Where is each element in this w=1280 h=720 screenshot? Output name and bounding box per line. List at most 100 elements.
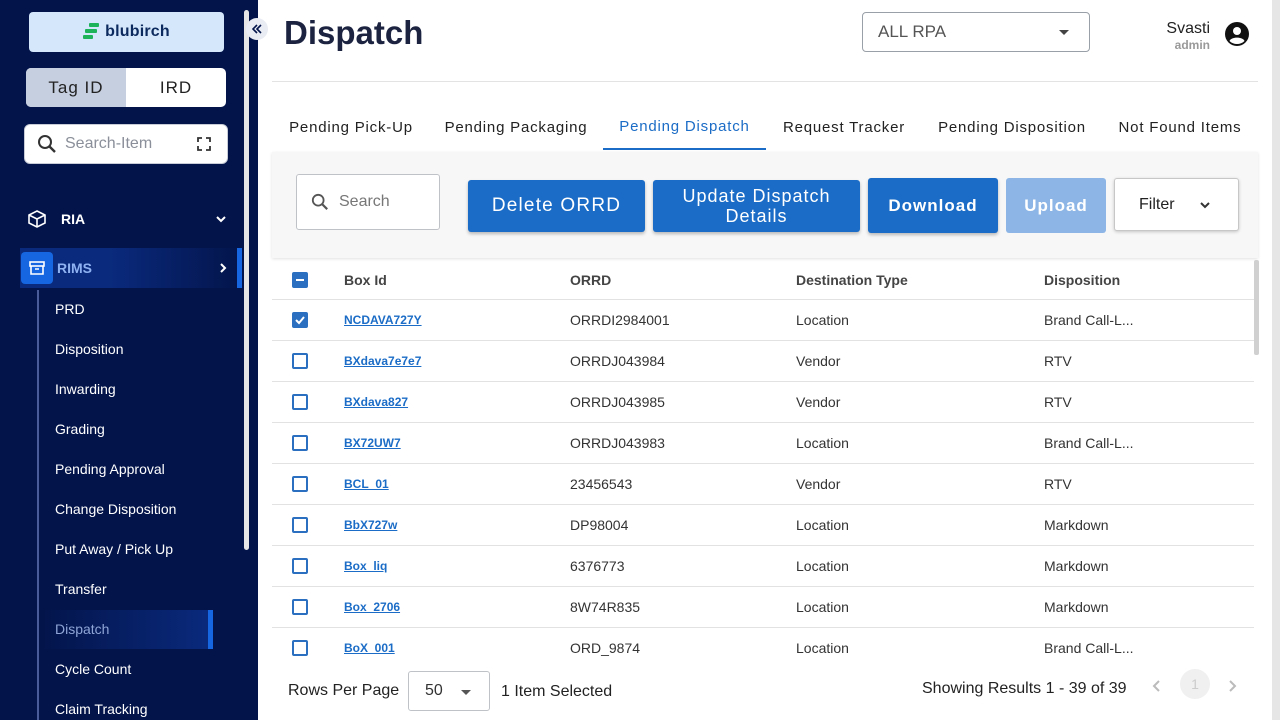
update-dispatch-details-button[interactable]: Update Dispatch Details [653,180,860,232]
toggle-tag-id[interactable]: Tag ID [26,68,126,107]
delete-orrd-button[interactable]: Delete ORRD [468,180,645,232]
tab-pending-disposition[interactable]: Pending Disposition [922,104,1102,150]
orrd-cell: ORRDJ043983 [570,435,665,451]
tab-not-found-items[interactable]: Not Found Items [1106,104,1254,150]
orrd-cell: DP98004 [570,517,629,533]
box-id-link[interactable]: NCDAVA727Y [344,313,422,327]
download-button[interactable]: Download [868,178,998,233]
destination-type-cell: Vendor [796,476,841,492]
destination-type-cell: Location [796,435,849,451]
table-row[interactable]: Box_liq 6376773 Location Markdown [272,546,1254,587]
column-header-box-id[interactable]: Box Id [344,260,387,299]
box-id-link[interactable]: BXdava827 [344,395,408,409]
sidebar-item-dispatch[interactable]: Dispatch [55,621,109,637]
tag-ird-toggle[interactable]: Tag ID IRD [26,68,226,107]
column-header-disposition[interactable]: Disposition [1044,260,1120,299]
chevron-right-icon [220,263,227,273]
tab-pending-packaging[interactable]: Pending Packaging [432,104,600,150]
sidebar: blubirch Tag ID IRD Search-Item RIA RIMS… [0,0,258,720]
sidebar-item-put-away-pick-up[interactable]: Put Away / Pick Up [55,541,173,557]
unchecked-checkbox-icon [292,599,308,615]
tab-pending-pick-up[interactable]: Pending Pick-Up [272,104,430,150]
page-number[interactable]: 1 [1180,669,1210,699]
double-chevron-left-icon [252,24,262,34]
update-label-line-1: Update Dispatch [682,186,831,206]
table-row[interactable]: Box_2706 8W74R835 Location Markdown [272,587,1254,628]
box-id-link[interactable]: BCL_01 [344,477,389,491]
unchecked-checkbox-icon [292,476,308,492]
box-id-link[interactable]: BbX727w [344,518,397,532]
table-row[interactable]: BXdava7e7e7 ORRDJ043984 Vendor RTV [272,341,1254,382]
sidebar-item-claim-tracking[interactable]: Claim Tracking [55,701,148,717]
table-row[interactable]: NCDAVA727Y ORRDI2984001 Location Brand Call… [272,300,1254,341]
table-row[interactable]: BX72UW7 ORRDJ043983 Location Brand Call-L..… [272,423,1254,464]
table-row[interactable]: BXdava827 ORRDJ043985 Vendor RTV [272,382,1254,423]
orrd-cell: 8W74R835 [570,599,641,615]
nav-section-label: RIMS [57,260,92,276]
select-all-checkbox[interactable] [292,260,308,299]
box-id-link[interactable]: Box_liq [344,559,387,573]
logo-icon [83,23,100,41]
search-icon [311,193,328,210]
submenu-rail [37,290,39,720]
unchecked-checkbox-icon [292,435,308,451]
tab-request-tracker[interactable]: Request Tracker [770,104,918,150]
previous-page-button[interactable] [1145,674,1169,698]
orrd-cell: 6376773 [570,558,625,574]
user-role: admin [1174,38,1210,52]
table-scrollbar[interactable] [1254,260,1259,355]
upload-button[interactable]: Upload [1006,178,1106,233]
nav-section-ria[interactable]: RIA [20,200,235,238]
disposition-cell: Markdown [1044,558,1109,574]
nav-section-rims[interactable]: RIMS [20,248,242,288]
sidebar-item-disposition[interactable]: Disposition [55,341,123,357]
sidebar-item-pending-approval[interactable]: Pending Approval [55,461,165,477]
dispatch-table: Box Id ORRD Destination Type Disposition… [272,260,1254,669]
collapse-sidebar-button[interactable] [246,18,268,40]
row-checkbox[interactable] [292,546,308,586]
search-input[interactable]: Search [296,174,440,230]
orrd-cell: ORRDI2984001 [570,312,670,328]
row-checkbox[interactable] [292,505,308,545]
filter-button[interactable]: Filter [1114,178,1239,231]
box-id-link[interactable]: BXdava7e7e7 [344,354,421,368]
toggle-ird[interactable]: IRD [126,68,226,107]
unchecked-checkbox-icon [292,353,308,369]
sidebar-item-prd[interactable]: PRD [55,301,85,317]
scan-icon[interactable] [197,137,211,151]
sidebar-item-inwarding[interactable]: Inwarding [55,381,116,397]
search-icon [38,135,56,153]
sidebar-item-transfer[interactable]: Transfer [55,581,107,597]
column-header-orrd[interactable]: ORRD [570,260,611,299]
sidebar-scrollbar[interactable] [244,10,249,550]
page-scrollbar[interactable] [1272,0,1280,720]
unchecked-checkbox-icon [292,640,308,656]
chevron-left-icon [1152,680,1160,692]
row-checkbox[interactable] [292,341,308,381]
sidebar-item-grading[interactable]: Grading [55,421,105,437]
rpa-select-value: ALL RPA [878,22,947,41]
sidebar-item-cycle-count[interactable]: Cycle Count [55,661,131,677]
table-row[interactable]: BCL_01 23456543 Vendor RTV [272,464,1254,505]
box-id-link[interactable]: BX72UW7 [344,436,401,450]
rows-per-page-select[interactable]: 50 [408,671,490,711]
row-checkbox[interactable] [292,300,308,340]
row-checkbox[interactable] [292,423,308,463]
box-id-link[interactable]: BoX_001 [344,641,395,655]
row-checkbox[interactable] [292,382,308,422]
disposition-cell: RTV [1044,353,1072,369]
tab-pending-dispatch[interactable]: Pending Dispatch [603,104,766,150]
column-header-destination-type[interactable]: Destination Type [796,260,908,299]
destination-type-cell: Vendor [796,353,841,369]
sidebar-item-change-disposition[interactable]: Change Disposition [55,501,176,517]
table-row[interactable]: BbX727w DP98004 Location Markdown [272,505,1254,546]
box-id-link[interactable]: Box_2706 [344,600,400,614]
rpa-select[interactable]: ALL RPA [862,12,1090,52]
search-item-input[interactable]: Search-Item [24,124,228,164]
next-page-button[interactable] [1220,674,1244,698]
chevron-down-icon [1199,201,1210,208]
row-checkbox[interactable] [292,587,308,627]
account-icon[interactable] [1225,22,1249,46]
row-checkbox[interactable] [292,464,308,504]
unchecked-checkbox-icon [292,558,308,574]
